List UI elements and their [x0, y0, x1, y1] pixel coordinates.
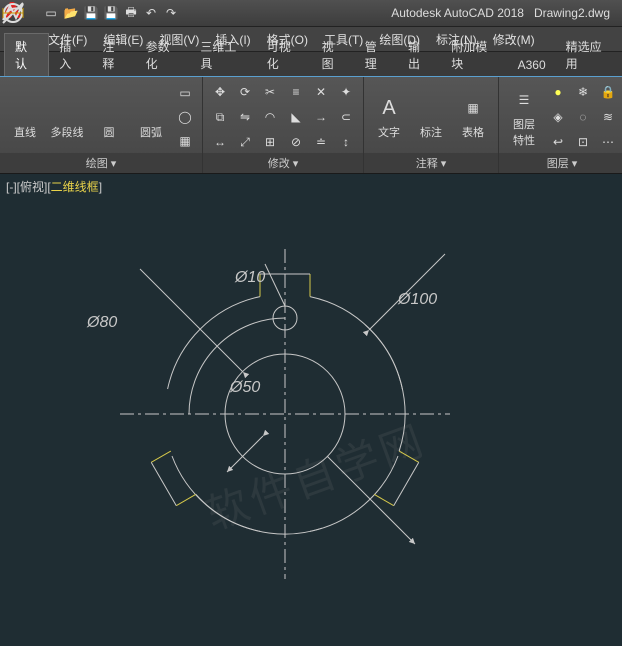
panel-annotation-title[interactable]: 注释 ▾ — [364, 153, 498, 173]
explode-icon[interactable]: ✦ — [335, 81, 357, 103]
open-icon[interactable]: 📂 — [62, 4, 80, 22]
trim-icon[interactable]: ✂ — [259, 81, 281, 103]
layer-prev-icon[interactable]: ↩ — [547, 131, 569, 153]
tab-default[interactable]: 默认 — [4, 33, 49, 76]
saveas-icon[interactable]: 💾 — [102, 4, 120, 22]
array-icon[interactable]: ⊞ — [259, 131, 281, 153]
tab-visualize[interactable]: 可视化 — [257, 34, 312, 76]
circle-button[interactable]: 圆 — [90, 94, 128, 140]
chamfer-icon[interactable]: ◣ — [285, 106, 307, 128]
panel-modify-title[interactable]: 修改 ▾ — [203, 153, 363, 173]
text-button[interactable]: A文字 — [370, 94, 408, 140]
tab-annotate[interactable]: 注释 — [92, 34, 135, 76]
layer-lock-icon[interactable]: 🔒 — [597, 81, 619, 103]
tab-addins[interactable]: 附加模块 — [441, 34, 507, 76]
scale-icon[interactable]: ⤢ — [234, 131, 256, 153]
doc-title: Drawing2.dwg — [534, 6, 610, 20]
align-icon[interactable]: ≐ — [310, 131, 332, 153]
circle-label: 圆 — [104, 124, 115, 140]
line-button[interactable]: 直线 — [6, 94, 44, 140]
app-title: Autodesk AutoCAD 2018 — [391, 6, 524, 20]
tab-3dtools[interactable]: 三维工具 — [190, 34, 256, 76]
dim-d10: Ø10 — [234, 269, 265, 286]
save-icon[interactable]: 💾 — [82, 4, 100, 22]
table-button[interactable]: ▦表格 — [454, 94, 492, 140]
lengthen-icon[interactable]: ↕ — [335, 131, 357, 153]
move-icon[interactable]: ✥ — [209, 81, 231, 103]
arc-label: 圆弧 — [140, 124, 162, 140]
dim-d50: Ø50 — [229, 379, 260, 396]
extend-icon[interactable]: → — [310, 106, 332, 128]
dimension-label: 标注 — [420, 124, 442, 140]
join-icon[interactable]: ⊂ — [335, 106, 357, 128]
rotate-icon[interactable]: ⟳ — [234, 81, 256, 103]
redo-icon[interactable]: ↷ — [162, 4, 180, 22]
tab-output[interactable]: 输出 — [398, 34, 441, 76]
undo-icon[interactable]: ↶ — [142, 4, 160, 22]
panel-draw-title[interactable]: 绘图 ▾ — [0, 153, 202, 173]
layer-more-icon[interactable]: ⋯ — [597, 131, 619, 153]
layer-off-icon[interactable]: ◌ — [572, 106, 594, 128]
dim-d80: Ø80 — [86, 314, 117, 331]
panel-draw: 直线 多段线 圆 圆弧 ▭ ◯ ▦ 绘图 ▾ — [0, 77, 203, 173]
dim-d100: Ø100 — [397, 291, 437, 308]
hatch-icon[interactable]: ▦ — [174, 130, 196, 152]
drawing-canvas[interactable]: [-][俯视][二维线框] 软件自学网 — [0, 174, 622, 646]
fillet-icon[interactable]: ◠ — [259, 106, 281, 128]
erase-icon[interactable]: ✕ — [310, 81, 332, 103]
drawing-svg: Ø10 Ø80 Ø50 Ø100 — [0, 174, 622, 646]
quick-access-toolbar: ▭ 📂 💾 💾 🖶 ↶ ↷ Autodesk AutoCAD 2018 Draw… — [0, 0, 622, 27]
break-icon[interactable]: ⊘ — [285, 131, 307, 153]
layer-iso-icon[interactable]: ◈ — [547, 106, 569, 128]
ellipse-icon[interactable]: ◯ — [174, 106, 196, 128]
text-label: 文字 — [378, 124, 400, 140]
new-icon[interactable]: ▭ — [42, 4, 60, 22]
tab-parametric[interactable]: 参数化 — [136, 34, 191, 76]
line-label: 直线 — [14, 124, 36, 140]
polyline-label: 多段线 — [51, 124, 84, 140]
layer-props-label: 图层 特性 — [513, 116, 535, 148]
layer-match-icon[interactable]: ≋ — [597, 106, 619, 128]
tab-manage[interactable]: 管理 — [355, 34, 398, 76]
layer-on-icon[interactable]: ● — [547, 81, 569, 103]
panel-annotation: A文字 标注 ▦表格 注释 ▾ — [364, 77, 499, 173]
rectangle-icon[interactable]: ▭ — [174, 82, 196, 104]
layer-state-icon[interactable]: ⊡ — [572, 131, 594, 153]
polyline-button[interactable]: 多段线 — [48, 94, 86, 140]
tab-insert[interactable]: 插入 — [49, 34, 92, 76]
layer-freeze-icon[interactable]: ❄ — [572, 81, 594, 103]
table-label: 表格 — [462, 124, 484, 140]
panel-layers: ☰图层 特性 ●❄🔒 ◈◌≋ ↩⊡⋯ 图层 ▾ — [499, 77, 622, 173]
stretch-icon[interactable]: ↔ — [209, 131, 231, 153]
layer-props-button[interactable]: ☰图层 特性 — [505, 86, 543, 148]
arc-button[interactable]: 圆弧 — [132, 94, 170, 140]
copy-icon[interactable]: ⧉ — [209, 106, 231, 128]
tab-view[interactable]: 视图 — [312, 34, 355, 76]
ribbon: 直线 多段线 圆 圆弧 ▭ ◯ ▦ 绘图 ▾ ✥⟳✂ ⧉⇋◠ ↔⤢⊞ ≡✕✦ ◣… — [0, 77, 622, 174]
mirror-icon[interactable]: ⇋ — [234, 106, 256, 128]
offset-icon[interactable]: ≡ — [285, 81, 307, 103]
ribbon-tabs: 默认 插入 注释 参数化 三维工具 可视化 视图 管理 输出 附加模块 A360… — [0, 52, 622, 77]
tab-a360[interactable]: A360 — [508, 54, 556, 76]
panel-modify: ✥⟳✂ ⧉⇋◠ ↔⤢⊞ ≡✕✦ ◣→⊂ ⊘≐↕ 修改 ▾ — [203, 77, 364, 173]
tab-featured[interactable]: 精选应用 — [556, 34, 622, 76]
plot-icon[interactable]: 🖶 — [122, 4, 140, 22]
dimension-button[interactable]: 标注 — [412, 94, 450, 140]
panel-layers-title[interactable]: 图层 ▾ — [499, 153, 622, 173]
